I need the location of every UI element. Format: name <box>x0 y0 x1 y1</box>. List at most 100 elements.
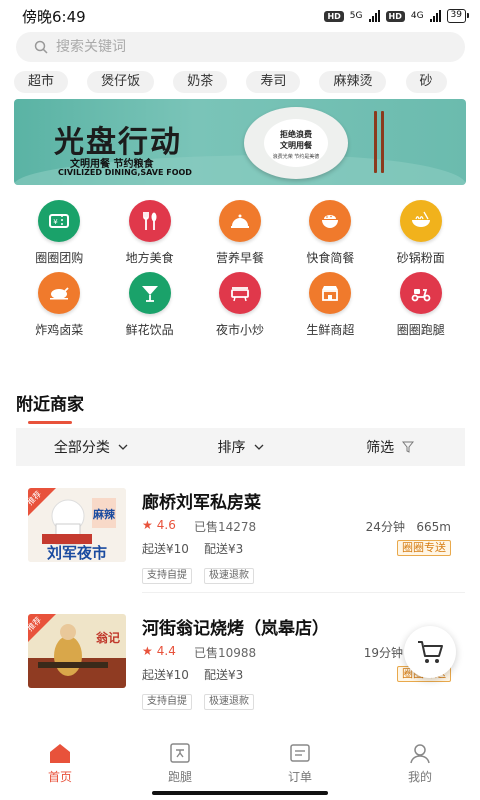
shop-eta: 19分钟 <box>364 644 403 661</box>
service-label: 砂锅粉面 <box>396 251 445 265</box>
shop-thumbnail: 翁记 推荐 <box>28 614 126 688</box>
service-label: 炸鸡卤菜 <box>35 323 84 337</box>
status-time: 傍晚6:49 <box>22 7 86 26</box>
service-item[interactable]: 夜市小炒 <box>195 272 285 344</box>
shop-rating: ★ 4.4 <box>142 644 176 658</box>
shop-thumbnail: 麻辣 刘军夜市 推荐 <box>28 488 126 562</box>
thumb-sign: 翁记 <box>96 630 120 645</box>
shop-name: 河街翁记烧烤（岚皋店） <box>142 619 329 639</box>
rating-value: 4.6 <box>156 518 176 532</box>
recommend-ribbon-icon: 推荐 <box>28 488 56 516</box>
shop-rating: ★ 4.6 <box>142 518 176 532</box>
signal-icon <box>368 10 380 22</box>
shop-tag: 极速退款 <box>204 568 254 584</box>
service-label: 快食简餐 <box>306 251 355 265</box>
plate-illustration: 拒绝浪费 文明用餐 浪费光荣 节约是美德 <box>244 107 348 179</box>
shop-card[interactable]: 翁记 推荐 河街翁记烧烤（岚皋店） ★ 4.4 已售10988 19分钟 起送¥1… <box>16 614 465 724</box>
rice-bowl-icon <box>309 200 352 242</box>
service-item[interactable]: 营养早餐 <box>195 200 285 272</box>
search-input[interactable] <box>56 39 416 55</box>
hd-badge-2: HD <box>385 10 405 22</box>
service-label: 地方美食 <box>125 251 174 265</box>
chip-category[interactable]: 煲仔饭 <box>87 71 155 93</box>
shop-tag: 极速退款 <box>204 694 254 710</box>
shop-card[interactable]: 麻辣 刘军夜市 推荐 廊桥刘军私房菜 ★ 4.6 已售14278 24分钟 665… <box>16 488 465 598</box>
nav-errand[interactable]: 跑腿 <box>120 734 240 790</box>
service-label: 生鲜商超 <box>306 323 355 337</box>
service-item[interactable]: 生鲜商超 <box>285 272 375 344</box>
chip-category[interactable]: 砂 <box>405 71 447 93</box>
cart-button[interactable] <box>404 626 456 678</box>
thumb-title: 刘军夜市 <box>47 544 107 562</box>
service-item[interactable]: 地方美食 <box>104 200 194 272</box>
roast-chicken-icon <box>38 272 81 314</box>
signal-icon-2 <box>429 10 441 22</box>
service-item[interactable]: 快食简餐 <box>285 200 375 272</box>
network-4g-label: 4G <box>410 11 424 21</box>
service-label: 营养早餐 <box>215 251 264 265</box>
shop-min-order: 起送¥10 <box>142 542 189 556</box>
filter-label: 筛选 <box>366 440 395 456</box>
recommend-ribbon-icon: 推荐 <box>28 614 56 642</box>
nav-label: 订单 <box>287 770 312 784</box>
nav-label: 跑腿 <box>167 770 192 784</box>
filter-label: 排序 <box>217 440 246 456</box>
home-icon <box>50 744 70 763</box>
shop-tag: 支持自提 <box>142 694 192 710</box>
store-icon <box>309 272 352 314</box>
filter-bar: 全部分类 排序 筛选 <box>16 428 465 466</box>
filter-screen[interactable]: 筛选 <box>315 437 465 457</box>
thumb-sign: 麻辣 <box>92 507 116 521</box>
funnel-icon <box>402 441 415 453</box>
shop-sold-count: 已售10988 <box>194 646 257 660</box>
chevron-down-icon <box>118 444 128 450</box>
shop-tag: 支持自提 <box>142 568 192 584</box>
service-label: 圈圈团购 <box>35 251 84 265</box>
status-indicators: HD 5G HD 4G 39 <box>324 9 470 23</box>
filter-all-categories[interactable]: 全部分类 <box>16 437 166 457</box>
service-label: 夜市小炒 <box>215 323 264 337</box>
nearby-title-underline <box>28 421 72 424</box>
service-item[interactable]: 砂锅粉面 <box>376 200 466 272</box>
nav-label: 首页 <box>47 770 72 784</box>
delivery-badge: 圈圈专送 <box>397 540 451 556</box>
service-item[interactable]: 炸鸡卤菜 <box>14 272 104 344</box>
filter-label: 全部分类 <box>53 440 110 456</box>
svg-text:¥: ¥ <box>53 218 58 226</box>
shop-delivery-fee: 配送¥3 <box>204 668 244 682</box>
plate-line3: 浪费光荣 节约是美德 <box>272 154 320 160</box>
shop-delivery-fee: 配送¥3 <box>204 542 244 556</box>
scooter-icon <box>399 272 442 314</box>
chip-category[interactable]: 寿司 <box>246 71 301 93</box>
cloche-icon <box>218 200 261 242</box>
chip-category[interactable]: 麻辣烫 <box>319 71 387 93</box>
nav-orders[interactable]: 订单 <box>240 734 360 790</box>
shop-min-order: 起送¥10 <box>142 668 189 682</box>
nav-profile[interactable]: 我的 <box>360 734 480 790</box>
nav-home[interactable]: 首页 <box>0 734 120 790</box>
plate-line2: 文明用餐 <box>280 141 312 150</box>
service-item[interactable]: 圈圈跑腿 <box>376 272 466 344</box>
chip-category[interactable]: 超市 <box>14 71 69 93</box>
filter-sort[interactable]: 排序 <box>166 437 316 457</box>
service-grid: ¥ 圈圈团购 地方美食 营养早餐 快食简餐 砂锅粉面 炸鸡卤菜 鲜花饮品 夜市小… <box>14 200 466 344</box>
chip-category[interactable]: 奶茶 <box>173 71 228 93</box>
eta-time: 19分钟 <box>363 646 403 660</box>
service-label: 鲜花饮品 <box>125 323 174 337</box>
divider <box>142 592 465 593</box>
category-chips: 超市 煲仔饭 奶茶 寿司 麻辣烫 砂 <box>14 70 480 94</box>
service-item[interactable]: ¥ 圈圈团购 <box>14 200 104 272</box>
home-indicator <box>152 791 328 795</box>
plate-line1: 拒绝浪费 <box>280 130 312 139</box>
star-icon: ★ <box>142 518 153 532</box>
search-bar[interactable] <box>16 32 465 62</box>
battery-icon: 39 <box>446 9 470 23</box>
service-item[interactable]: 鲜花饮品 <box>104 272 194 344</box>
hd-badge: HD <box>324 10 344 22</box>
ticket-icon: ¥ <box>38 200 81 242</box>
chopstick-icon <box>381 111 384 173</box>
noodle-bowl-icon <box>399 200 442 242</box>
banner-subtitle-en: CIVILIZED DINING,SAVE FOOD <box>58 168 192 177</box>
promo-banner[interactable]: 光盘行动 文明用餐 节约粮食 CIVILIZED DINING,SAVE FOO… <box>14 99 466 185</box>
shop-eta: 24分钟 665m <box>366 518 451 535</box>
